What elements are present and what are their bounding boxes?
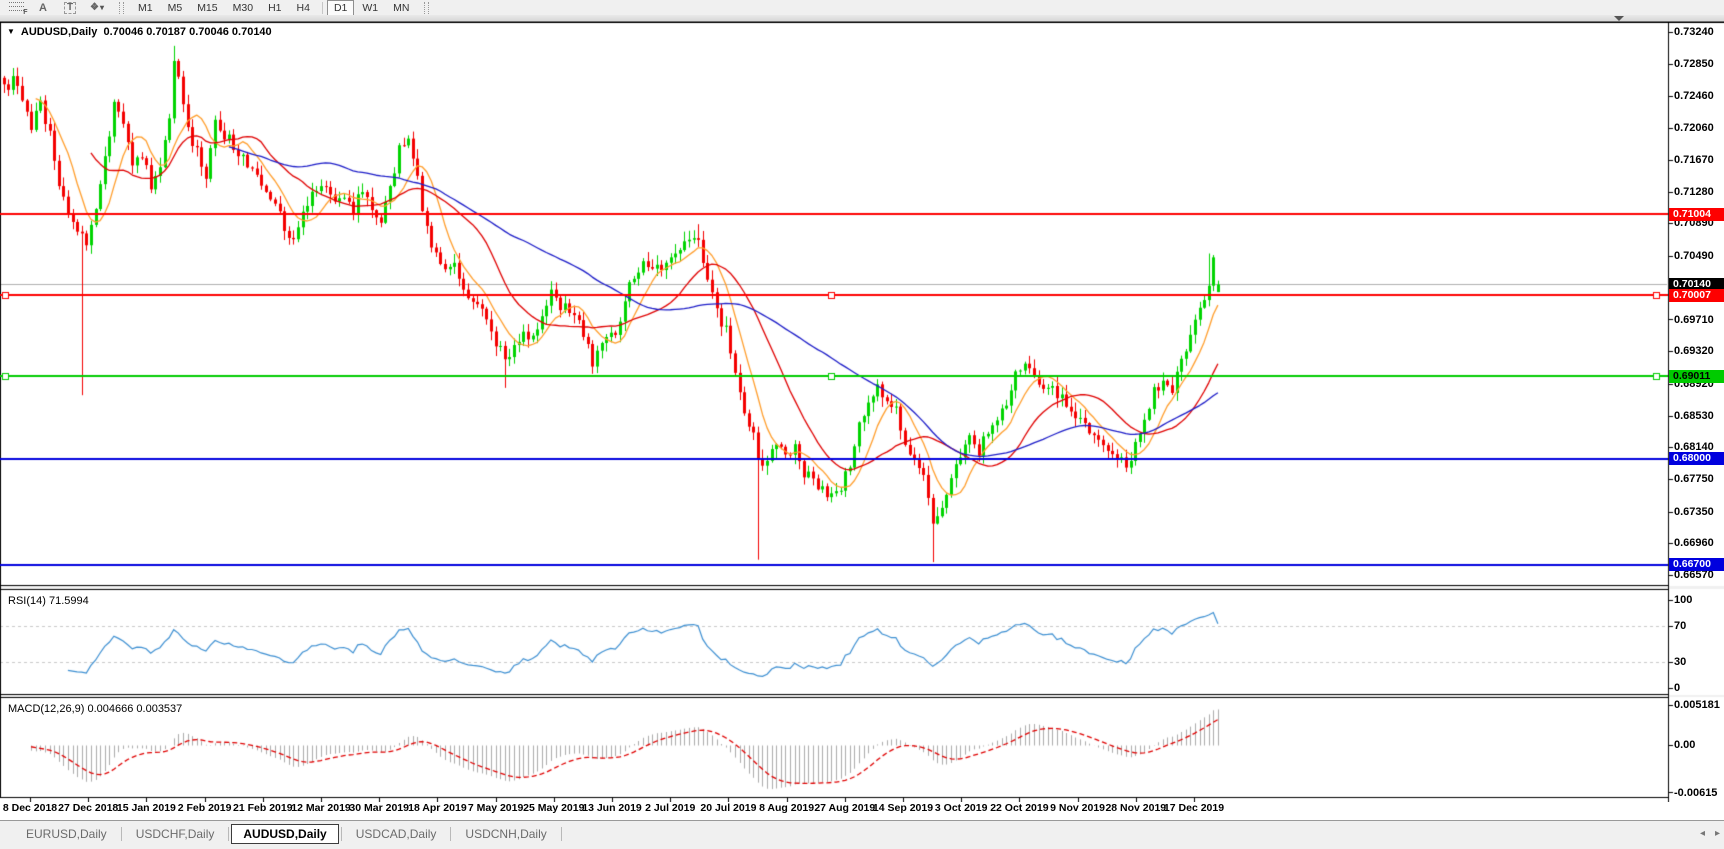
chart-tab-audusd[interactable]: AUDUSD,Daily — [231, 824, 338, 844]
chart-canvas[interactable] — [0, 22, 1724, 802]
chart-tab-bar: EURUSD,DailyUSDCHF,DailyAUDUSD,Daily USDC… — [0, 820, 1724, 846]
toolbar-gripper — [119, 2, 124, 14]
date-tick-label: 18 Apr 2019 — [408, 802, 467, 814]
arrows-dropdown-icon[interactable]: ▾ — [100, 3, 104, 12]
axis-tick-label: 0.72850 — [1674, 58, 1714, 70]
axis-tick-label: -0.00615 — [1674, 787, 1717, 799]
timeframe-button-H4[interactable]: H4 — [290, 0, 317, 16]
date-tick-label: 7 May 2019 — [468, 802, 523, 814]
chart-tab-usdcad[interactable]: USDCAD,Daily — [344, 824, 449, 844]
chart-tab-eurusd[interactable]: EURUSD,Daily — [14, 824, 119, 844]
tab-separator — [561, 827, 562, 841]
timeframe-button-M30[interactable]: M30 — [226, 0, 260, 16]
top-toolbar: FAT❖▾ M1M5M15M30H1H4 D1W1MN — [0, 0, 1724, 15]
axis-tick-label: 100 — [1674, 594, 1692, 606]
text-icon[interactable]: A — [31, 0, 55, 15]
axis-tick-label: 0.68530 — [1674, 410, 1714, 422]
chart-dropdown-icon[interactable]: ▼ — [7, 27, 15, 36]
axis-tick-label: 0.67750 — [1674, 473, 1714, 485]
axis-tick-label: 0.66960 — [1674, 537, 1714, 549]
rsi-indicator-label: RSI(14) 71.5994 — [8, 595, 89, 607]
label-icon[interactable]: T — [58, 0, 82, 15]
timeframe-button-M15[interactable]: M15 — [190, 0, 224, 16]
axis-tick-label: 0.71670 — [1674, 154, 1714, 166]
toolbar-gripper — [424, 2, 429, 14]
date-tick-label: 12 Mar 2019 — [291, 802, 351, 814]
date-tick-label: 28 Nov 2019 — [1105, 802, 1166, 814]
chart-shift-marker-icon[interactable] — [1614, 16, 1624, 21]
macd-indicator-label: MACD(12,26,9) 0.004666 0.003537 — [8, 703, 182, 715]
tab-scroll-right-icon[interactable]: ▸ — [1715, 828, 1720, 839]
chart-tab-usdcnh[interactable]: USDCNH,Daily — [453, 824, 558, 844]
date-tick-label: 17 Dec 2019 — [1164, 802, 1224, 814]
axis-tick-label: 0.73240 — [1674, 26, 1714, 38]
tab-separator — [450, 827, 451, 841]
axis-tick-label: 0.72060 — [1674, 122, 1714, 134]
axis-tick-label: 0.005181 — [1674, 699, 1720, 711]
date-tick-label: 21 Feb 2019 — [233, 802, 293, 814]
chart-title: ▼ AUDUSD,Daily 0.70046 0.70187 0.70046 0.… — [7, 26, 272, 38]
toolbar-separator — [322, 2, 323, 14]
date-tick-label: 14 Sep 2019 — [873, 802, 933, 814]
timeframe-button-H1[interactable]: H1 — [261, 0, 288, 16]
date-tick-label: 20 Jul 2019 — [700, 802, 756, 814]
timeframe-button-M1[interactable]: M1 — [131, 0, 160, 16]
axis-tick-label: 0.72460 — [1674, 90, 1714, 102]
price-line-badge: 0.68000 — [1669, 452, 1724, 465]
date-tick-label: 2 Jul 2019 — [645, 802, 695, 814]
tab-separator — [121, 827, 122, 841]
date-tick-label: 8 Dec 2018 — [3, 802, 57, 814]
price-line-badge: 0.69011 — [1669, 370, 1724, 383]
chart-symbol-label: AUDUSD,Daily — [21, 26, 97, 38]
timeframe-button-M5[interactable]: M5 — [161, 0, 190, 16]
price-line-badge: 0.70007 — [1669, 289, 1724, 302]
tab-separator — [341, 827, 342, 841]
axis-tick-label: 0.69710 — [1674, 314, 1714, 326]
date-tick-label: 8 Aug 2019 — [759, 802, 814, 814]
axis-tick-label: 0 — [1674, 682, 1680, 694]
date-tick-label: 30 Mar 2019 — [349, 802, 409, 814]
timeframe-button-D1[interactable]: D1 — [327, 0, 354, 16]
tab-separator — [228, 827, 229, 841]
fibonacci-icon[interactable]: F — [4, 0, 28, 15]
timeframe-button-W1[interactable]: W1 — [355, 0, 385, 16]
axis-tick-label: 0.70490 — [1674, 250, 1714, 262]
date-tick-label: 13 Jun 2019 — [582, 802, 642, 814]
date-tick-label: 27 Aug 2019 — [814, 802, 875, 814]
price-line-badge: 0.66700 — [1669, 558, 1724, 571]
axis-tick-label: 70 — [1674, 620, 1686, 632]
date-tick-label: 15 Jan 2019 — [117, 802, 176, 814]
price-line-badge: 0.71004 — [1669, 208, 1724, 221]
date-tick-label: 27 Dec 2018 — [58, 802, 118, 814]
axis-tick-label: 0.67350 — [1674, 506, 1714, 518]
tab-scroll-left-icon[interactable]: ◂ — [1700, 828, 1705, 839]
chart-window: ▼ AUDUSD,Daily 0.70046 0.70187 0.70046 0.… — [0, 22, 1724, 802]
axis-tick-label: 0.69320 — [1674, 345, 1714, 357]
timeframe-button-MN[interactable]: MN — [386, 0, 416, 16]
mt4-window: FAT❖▾ M1M5M15M30H1H4 D1W1MN ▼ AUDUSD,Daily … — [0, 0, 1724, 849]
axis-tick-label: 0.71280 — [1674, 186, 1714, 198]
axis-tick-label: 30 — [1674, 656, 1686, 668]
date-tick-label: 25 May 2019 — [523, 802, 584, 814]
price-axis[interactable]: 0.73240 0.72850 0.72460 0.72060 0.71670 0.712… — [1668, 22, 1724, 802]
arrows-icon[interactable]: ❖▾ — [85, 0, 109, 15]
chart-scroll-strip[interactable] — [0, 15, 1724, 22]
date-tick-label: 2 Feb 2019 — [178, 802, 232, 814]
date-tick-label: 3 Oct 2019 — [935, 802, 988, 814]
date-tick-label: 9 Nov 2019 — [1050, 802, 1105, 814]
date-axis[interactable]: 8 Dec 201827 Dec 201815 Jan 20192 Feb 20… — [0, 798, 1724, 820]
chart-ohlc-values: 0.70046 0.70187 0.70046 0.70140 — [103, 26, 271, 38]
date-tick-label: 22 Oct 2019 — [990, 802, 1048, 814]
axis-tick-label: 0.00 — [1674, 739, 1695, 751]
chart-tab-usdchf[interactable]: USDCHF,Daily — [124, 824, 227, 844]
